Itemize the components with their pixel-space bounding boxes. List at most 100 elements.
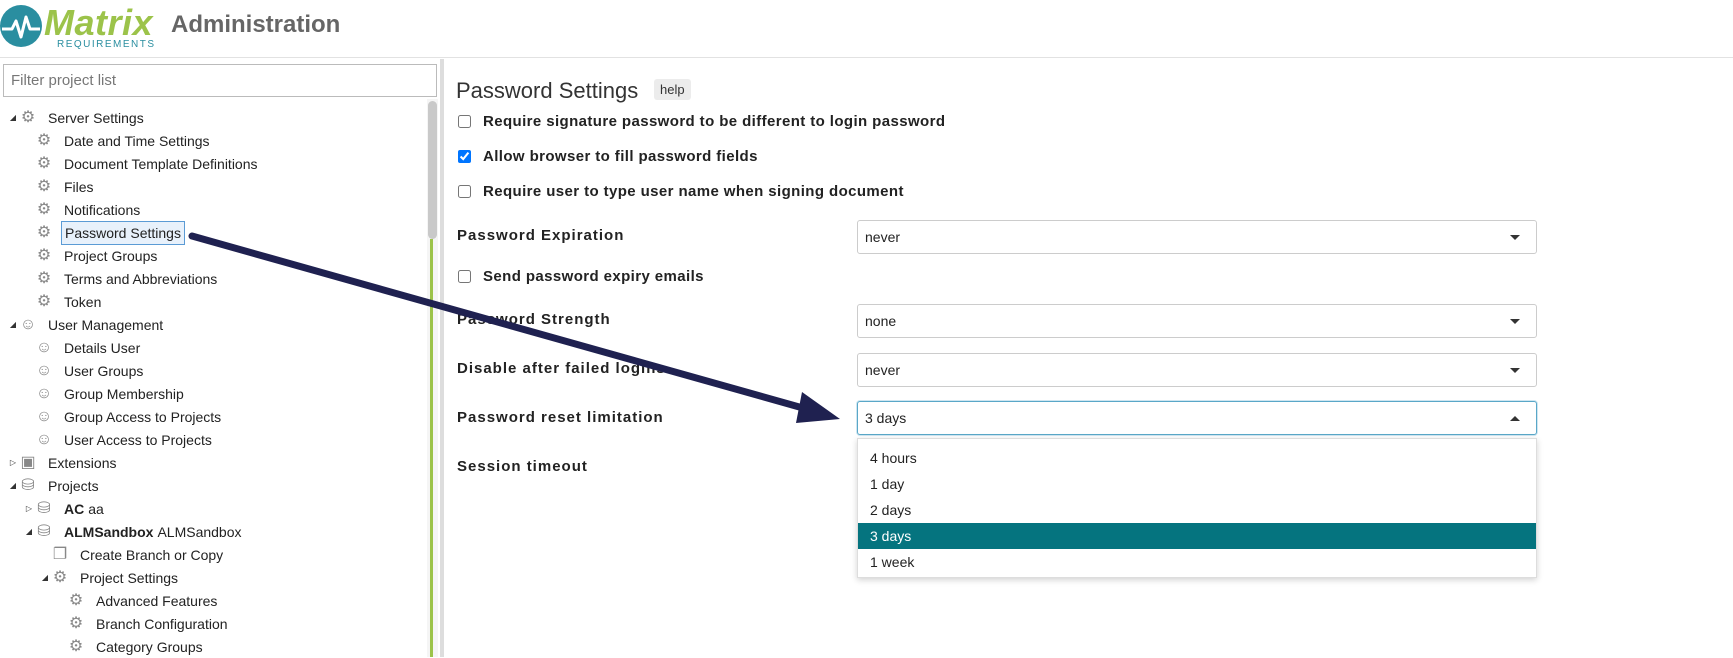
tree-node[interactable]: ▷ ▣ Extensions [8,452,119,474]
password-strength-value: none [865,313,897,329]
tree-expanded-icon[interactable]: ◢ [40,567,50,589]
app-title: Administration [171,11,341,38]
disable-failed-logins-label: Disable after failed logins [457,360,666,377]
tree-node-text: Project Groups [64,248,158,264]
tree-node-label[interactable]: Branch Configuration [93,613,231,635]
user-gear-icon: ☺ [35,385,53,402]
tree-collapsed-icon[interactable]: ▷ [24,498,34,520]
tree-node-label[interactable]: Extensions [45,452,119,474]
tree-node-label[interactable]: Projects [45,475,102,497]
tree-node-label[interactable]: Terms and Abbreviations [61,268,220,290]
gear-icon: ⚙ [36,224,52,241]
disable-failed-logins-select[interactable]: never [857,353,1537,387]
tree-node[interactable]: ☺ Details User [24,337,143,359]
tree-node-label[interactable]: AC aa [61,498,107,520]
tree-node[interactable]: ⚙ Category Groups [56,636,206,658]
dropdown-option[interactable]: 1 week [858,549,1536,575]
dropdown-option[interactable]: 4 hours [858,445,1536,471]
splitter[interactable] [440,59,444,657]
tree-node[interactable]: ☺ Group Access to Projects [24,406,224,428]
type-username-label: Require user to type user name when sign… [483,183,904,200]
tree-node[interactable]: ⚙ Advanced Features [56,590,220,612]
browser-fill-label: Allow browser to fill password fields [483,148,758,165]
tree-node[interactable]: ◢ ⚙ Project Settings [40,567,181,589]
tree-node-label[interactable]: Files [61,176,97,198]
tree-node[interactable]: ☺ User Groups [24,360,146,382]
tree-node-label[interactable]: Create Branch or Copy [77,544,226,566]
tree-node[interactable]: ☺ Group Membership [24,383,187,405]
tree-node-text: Notifications [64,202,141,218]
tree-node-label[interactable]: Date and Time Settings [61,130,213,152]
tree-node-label[interactable]: Project Settings [77,567,181,589]
tree-node-text: Files [64,179,94,195]
tree-expanded-icon[interactable]: ◢ [8,475,18,497]
gear-icon: ⚙ [36,132,52,149]
tree-node[interactable]: ◢ ⛁ ALMSandbox ALMSandbox [24,521,245,543]
tree-node-label[interactable]: Document Template Definitions [61,153,261,175]
tree-node-label[interactable]: Password Settings [61,221,185,245]
gears-icon: ⚙ [52,569,68,586]
tree-node-label[interactable]: Notifications [61,199,143,221]
expiry-emails-row[interactable]: Send password expiry emails [456,268,704,285]
dropdown-option[interactable]: 1 day [858,471,1536,497]
tree-node-label[interactable]: Server Settings [45,107,147,129]
tree-node-label[interactable]: ALMSandbox ALMSandbox [61,521,245,543]
tree-node-label[interactable]: Group Access to Projects [61,406,224,428]
password-strength-select[interactable]: none [857,304,1537,338]
dropdown-option[interactable]: 2 days [858,497,1536,523]
tree-node-text: User Groups [64,363,144,379]
tree-node[interactable]: ⚙ Terms and Abbreviations [24,268,220,290]
tree-node[interactable]: ⚙ Password Settings [24,221,185,245]
app-header: Matrix REQUIREMENTS Administration [0,0,1733,58]
type-username-row[interactable]: Require user to type user name when sign… [456,183,904,200]
tree-node-label[interactable]: User Management [45,314,166,336]
sidebar-scrollbar-thumb[interactable] [428,101,437,239]
tree-node-label[interactable]: User Access to Projects [61,429,215,451]
page-title: Password Settings [456,78,639,103]
tree-node[interactable]: ⚙ Branch Configuration [56,613,231,635]
tree-node-label[interactable]: Advanced Features [93,590,220,612]
tree-node-label[interactable]: Details User [61,337,143,359]
gear-icon: ⚙ [68,615,84,632]
password-expiration-select[interactable]: never [857,220,1537,254]
tree-node[interactable]: ⚙ Date and Time Settings [24,130,213,152]
tree-node[interactable]: ⚙ Notifications [24,199,143,221]
logo-wordmark: Matrix [44,2,154,43]
tree-expanded-icon[interactable]: ◢ [24,521,34,543]
signature-password-different-row[interactable]: Require signature password to be differe… [456,113,945,130]
tree-collapsed-icon[interactable]: ▷ [8,452,18,474]
dropdown-option[interactable]: 3 days [858,523,1536,549]
tree-node-text: Extensions [48,455,117,471]
tree-node[interactable]: ◢ ⚙ Server Settings [8,107,147,129]
password-reset-limitation-select[interactable]: 3 days [857,401,1537,435]
type-username-checkbox[interactable] [458,185,471,198]
signature-password-different-checkbox[interactable] [458,115,471,128]
tree-node-label[interactable]: Token [61,291,104,313]
browser-fill-checkbox[interactable] [458,150,471,163]
tree-node[interactable]: ◢ ⛁ Projects [8,475,102,497]
tree-node[interactable]: ⚙ Project Groups [24,245,160,267]
tree-expanded-icon[interactable]: ◢ [8,107,18,129]
main-panel: Password Settings help Require signature… [456,59,1733,657]
tree-node[interactable]: ❐ Create Branch or Copy [40,544,226,566]
tree-node[interactable]: ◢ ☺ User Management [8,314,166,336]
user-gear-icon: ☺ [35,362,53,379]
password-strength-label: Password Strength [457,311,611,328]
tree-node-label[interactable]: Project Groups [61,245,160,267]
tree-node[interactable]: ⚙ Token [24,291,104,313]
tree-expanded-icon[interactable]: ◢ [8,314,18,336]
help-button[interactable]: help [654,79,691,100]
tree-node[interactable]: ☺ User Access to Projects [24,429,215,451]
expiry-emails-checkbox[interactable] [458,270,471,283]
tree-node-label[interactable]: Category Groups [93,636,206,658]
browser-fill-row[interactable]: Allow browser to fill password fields [456,148,758,165]
tree-node[interactable]: ▷ ⛁ AC aa [24,498,107,520]
tree-node-text: ALMSandbox [64,524,154,540]
tree-node[interactable]: ⚙ Document Template Definitions [24,153,261,175]
tree-node-label[interactable]: User Groups [61,360,146,382]
filter-project-input[interactable] [3,64,437,97]
tree-node-text: AC [64,501,85,517]
chevron-down-icon [1510,235,1520,240]
tree-node-label[interactable]: Group Membership [61,383,187,405]
tree-node[interactable]: ⚙ Files [24,176,97,198]
